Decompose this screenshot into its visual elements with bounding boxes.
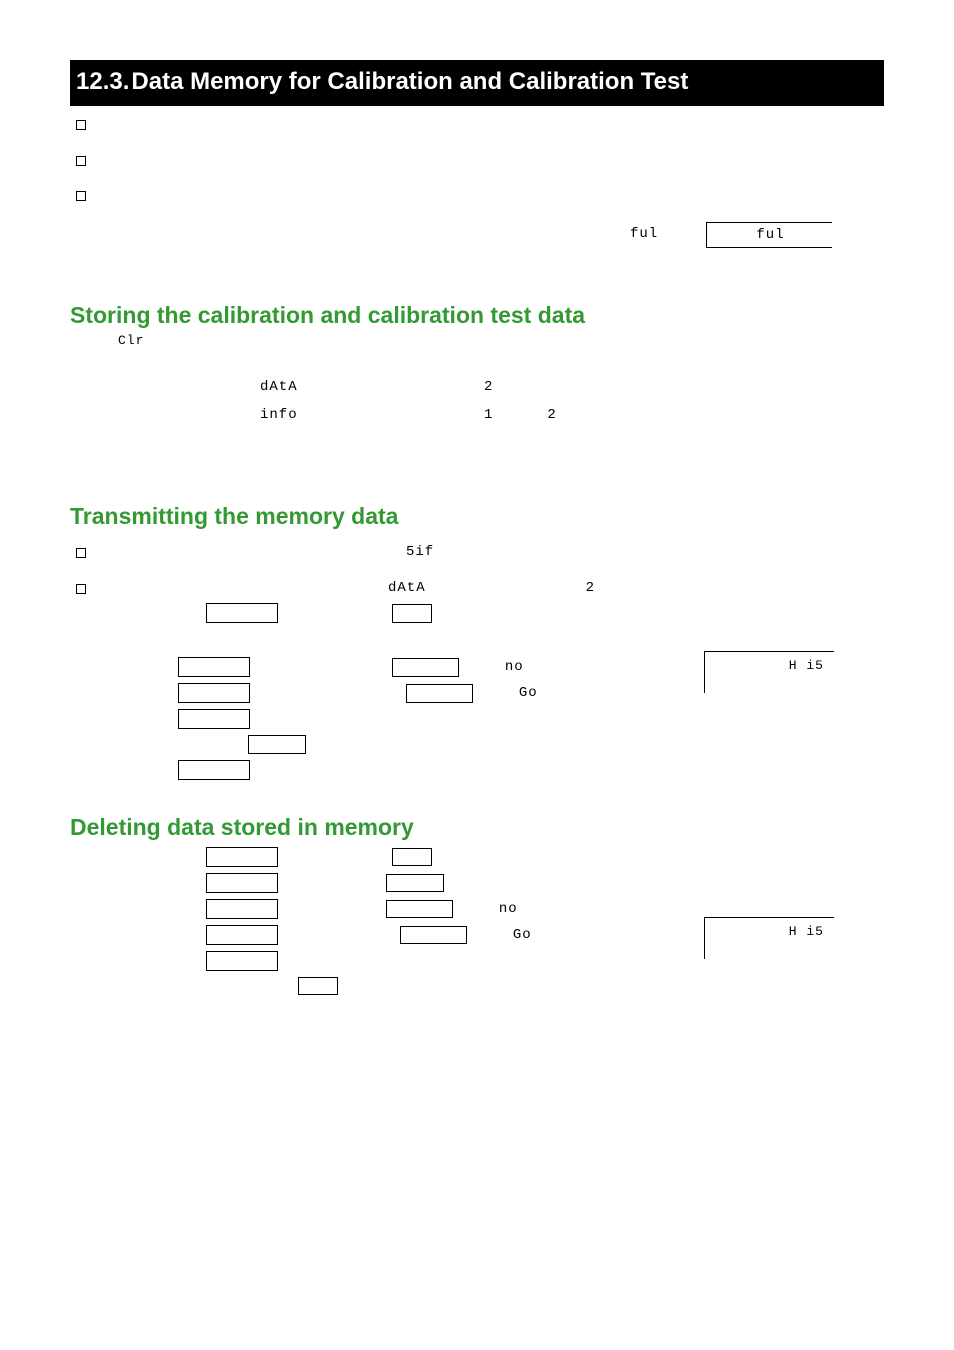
seg-info: info <box>260 407 320 423</box>
seg-his: H i5 <box>789 658 824 673</box>
seg-clr-go-box: Clr Go <box>400 926 467 945</box>
key-outline[interactable] <box>178 683 250 703</box>
delete-steps: out ClEAr Clr no no Clr Go Go <box>178 847 884 996</box>
checkbox-icon <box>76 191 86 201</box>
step-row: out <box>178 977 884 996</box>
seg-no: no <box>499 901 518 917</box>
page-root: 12.3.Data Memory for Calibration and Cal… <box>0 0 954 1350</box>
note-item <box>76 187 884 222</box>
seg-val: 2 <box>484 379 493 395</box>
section-heading: 12.3.Data Memory for Calibration and Cal… <box>70 60 884 106</box>
page-number: 57 <box>862 1307 876 1322</box>
transmit-heading: Transmitting the memory data <box>70 503 884 530</box>
note-item <box>76 152 884 170</box>
seg-go: Go <box>519 685 538 701</box>
seg-out-box-2: out <box>298 977 338 996</box>
key-outline[interactable] <box>206 925 278 945</box>
storing-heading: Storing the calibration and calibration … <box>70 302 884 329</box>
key-outline[interactable] <box>206 847 278 867</box>
notes-list <box>76 116 884 222</box>
note-text <box>98 152 668 170</box>
step-row: Clr no no <box>178 899 884 919</box>
seg-out-box: out <box>392 604 432 623</box>
seg-clr-no-box: Clr no <box>386 900 453 919</box>
seg-out-go-box: out Go <box>406 684 473 703</box>
seg-clr: Clr <box>118 333 144 348</box>
key-outline[interactable] <box>206 951 278 971</box>
step-row <box>178 760 884 780</box>
seg-ful: ful <box>630 226 658 242</box>
step-row: ClEAr <box>178 735 884 754</box>
seg-clear-box: ClEAr <box>248 735 306 754</box>
step-row <box>178 709 884 729</box>
seg-sif: 5if <box>406 544 434 560</box>
seg-data: dAtA <box>260 379 320 395</box>
note-text <box>98 187 668 222</box>
seg-out-no-box: out no <box>392 658 459 677</box>
seg-out-box: out <box>392 848 432 867</box>
transmit-note-item: dAtA 2 <box>76 580 884 598</box>
seg-his: H i5 <box>789 924 824 939</box>
checkbox-icon <box>76 584 86 594</box>
seg-v1: 1 <box>484 407 493 423</box>
deleting-heading: Deleting data stored in memory <box>70 814 884 841</box>
key-outline[interactable] <box>178 709 250 729</box>
step-row: out <box>178 847 884 867</box>
step-row: ClEAr <box>178 873 884 893</box>
checkbox-icon <box>76 120 86 130</box>
seg-data: dAtA <box>388 580 426 596</box>
seg-no: no <box>505 659 524 675</box>
step-row: out <box>178 603 884 623</box>
note-item <box>76 116 884 134</box>
transmit-steps: out out no no out Go Go ClEAr <box>178 603 884 780</box>
note-text <box>98 116 668 134</box>
checkbox-icon <box>76 156 86 166</box>
key-outline[interactable] <box>206 899 278 919</box>
section-title: Data Memory for Calibration and Calibrat… <box>131 68 688 95</box>
key-outline[interactable] <box>178 760 250 780</box>
seg-v2: 2 <box>547 407 556 423</box>
seg-clear-box: ClEAr <box>386 874 444 893</box>
display-his-box: H i5 <box>704 651 834 693</box>
checkbox-icon <box>76 548 86 558</box>
display-ful-box: ful <box>706 222 832 248</box>
transmit-note-item: 5if <box>76 544 884 562</box>
key-outline[interactable] <box>178 657 250 677</box>
display-his-box: H i5 <box>704 917 834 959</box>
note-text <box>98 544 398 562</box>
seg-ful-boxed: ful <box>756 227 784 243</box>
seg-go: Go <box>513 927 532 943</box>
note-text <box>98 580 388 598</box>
section-number: 12.3. <box>76 68 129 95</box>
key-outline[interactable] <box>206 873 278 893</box>
seg-two: 2 <box>586 580 595 596</box>
key-outline[interactable] <box>206 603 278 623</box>
